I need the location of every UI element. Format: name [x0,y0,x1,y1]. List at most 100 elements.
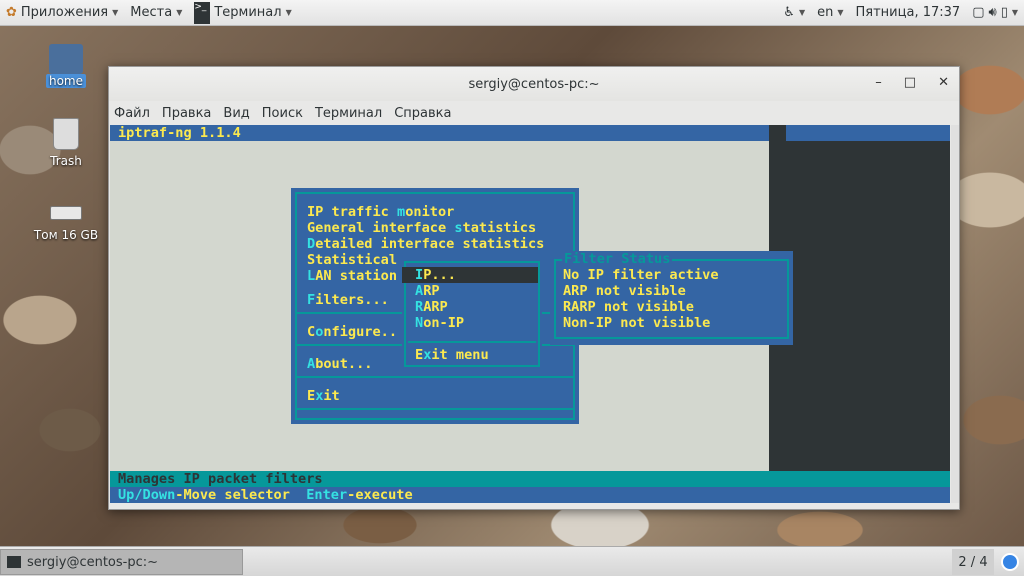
desktop-icon-home[interactable]: home [21,44,111,88]
filter-status-line: No IP filter active [563,267,719,283]
status-description: Manages IP packet filters [110,471,950,487]
menu-item-text: RP [423,283,440,299]
help-key: Enter [306,487,348,503]
menu-item-text: E [307,388,316,404]
clock[interactable]: Пятница, 17:37 [850,0,967,26]
hotkey-letter: I [415,267,424,283]
language-label: en [817,5,834,20]
battery-icon: ▯ [1000,5,1008,20]
iptraf-header: iptraf-ng 1.1.4 [110,125,950,141]
help-text: -Move selector [175,487,307,503]
terminal-window: sergiy@centos-pc:~ – □ ✕ Файл Правка Вид П… [108,66,960,510]
bottom-panel: sergiy@centos-pc:~ 2 / 4 [0,546,1024,576]
taskbar-item-label: sergiy@centos-pc:~ [27,554,159,570]
menu-item-text: etailed interface statistics [315,236,545,252]
workspace-switcher[interactable]: 2 / 4 [952,549,994,575]
menu-item-text: it menu [431,347,489,363]
terminal-icon: >_ [194,1,211,24]
chevron-down-icon: ▼ [837,8,844,17]
menu-item-text: onitor [405,204,455,220]
taskbar-item-terminal[interactable]: sergiy@centos-pc:~ [0,549,243,575]
places-menu[interactable]: Места ▼ [124,0,188,26]
window-titlebar[interactable]: sergiy@centos-pc:~ – □ ✕ [109,67,959,101]
desktop-icon-volume[interactable]: Том 16 GB [21,200,111,242]
filters-submenu: IP... ARP RARP Non-IP Exit menu [402,259,542,369]
menu-item-text: C [307,324,316,340]
filter-status-title: Filter Status [562,251,673,267]
applications-label: Приложения [20,5,109,20]
applications-menu[interactable]: ✿ Приложения ▼ [0,0,124,26]
menu-item[interactable]: Non-IP [415,315,464,331]
menu-item-text: ARP [423,299,448,315]
home-label: home [45,74,87,88]
accessibility-icon: ♿ [783,5,795,20]
menu-item[interactable]: Statistical [307,252,397,268]
hotkey-letter: N [415,315,424,331]
menu-item-text: Statistical [307,252,398,268]
menu-item-text: ilters... [315,292,389,308]
screen-icon: ▢ [972,5,985,20]
menu-item[interactable]: Exit menu [415,347,489,363]
menu-view[interactable]: Вид [223,106,249,121]
clock-label: Пятница, 17:37 [855,5,961,20]
menubar: Файл Правка Вид Поиск Терминал Справка [109,101,959,125]
menu-item-text: IP traffic [307,204,398,220]
volume-label: Том 16 GB [33,228,99,242]
menu-item[interactable]: Exit [307,388,340,404]
header-gap [769,125,786,141]
message-tray-icon[interactable] [1001,553,1019,571]
menu-item[interactable]: Detailed interface statistics [307,236,544,252]
hotkey-letter: R [415,299,424,315]
menu-item[interactable]: Configure.. [307,324,397,340]
filter-status-panel: Filter Status No IP filter active ARP no… [550,251,793,345]
menu-item[interactable]: Filters... [307,292,389,308]
drive-icon [50,206,82,220]
terminal-screen[interactable]: iptraf-ng 1.1.4 IP traffic monitor Genera… [110,125,950,503]
chevron-down-icon: ▼ [285,8,292,17]
workspace-label: 2 / 4 [958,554,988,570]
filter-status-line: ARP not visible [563,283,686,299]
menu-item-text: E [415,347,424,363]
menu-item-text: nfigure.. [323,324,398,340]
menu-edit[interactable]: Правка [162,106,211,121]
menu-terminal[interactable]: Терминал [315,106,382,121]
hotkey-letter: A [307,356,316,372]
menu-item-text: AN station [315,268,398,284]
key-help-bar: Up/Down-Move selector Enter-execute [110,487,950,503]
desktop-icon-trash[interactable]: Trash [21,118,111,168]
menu-search[interactable]: Поиск [262,106,303,121]
menu-file[interactable]: Файл [114,106,150,121]
chevron-down-icon: ▼ [798,8,806,17]
chevron-down-icon: ▼ [112,8,119,17]
menu-item-text: it [323,388,340,404]
maximize-button[interactable]: □ [904,75,916,90]
window-title: sergiy@centos-pc:~ [468,76,600,92]
help-key: Up/Down [118,487,176,503]
menu-item[interactable]: IP... [402,267,538,283]
close-button[interactable]: ✕ [938,75,949,90]
system-menu[interactable]: ▢ 🔊︎ ▯ ▼ [966,0,1024,26]
top-panel: ✿ Приложения ▼ Места ▼ >_ Терминал ▼ ♿ ▼ en ▼ П… [0,0,1024,26]
language-menu[interactable]: en ▼ [811,0,849,26]
menu-item[interactable]: About... [307,356,372,372]
menu-item[interactable]: General interface statistics [307,220,536,236]
chevron-down-icon: ▼ [176,8,183,17]
places-label: Места [130,5,173,20]
menu-item-text: P... [423,267,456,283]
accessibility-menu[interactable]: ♿ ▼ [777,0,811,26]
folder-home-icon [49,44,83,74]
menu-item[interactable]: ARP [415,283,440,299]
menu-item[interactable]: RARP [415,299,448,315]
menu-help[interactable]: Справка [394,106,451,121]
menu-item-text: bout... [315,356,373,372]
terminal-icon [7,556,21,568]
terminal-dark-area [769,141,950,471]
minimize-button[interactable]: – [875,75,882,90]
menu-item[interactable]: LAN station [307,268,397,284]
scrollbar[interactable] [951,125,959,503]
hotkey-letter: L [307,268,316,284]
menu-item[interactable]: IP traffic monitor [307,204,454,220]
menu-item-text: on-IP [423,315,465,331]
terminal-app-menu[interactable]: >_ Терминал ▼ [188,0,297,26]
hotkey-letter: F [307,292,316,308]
